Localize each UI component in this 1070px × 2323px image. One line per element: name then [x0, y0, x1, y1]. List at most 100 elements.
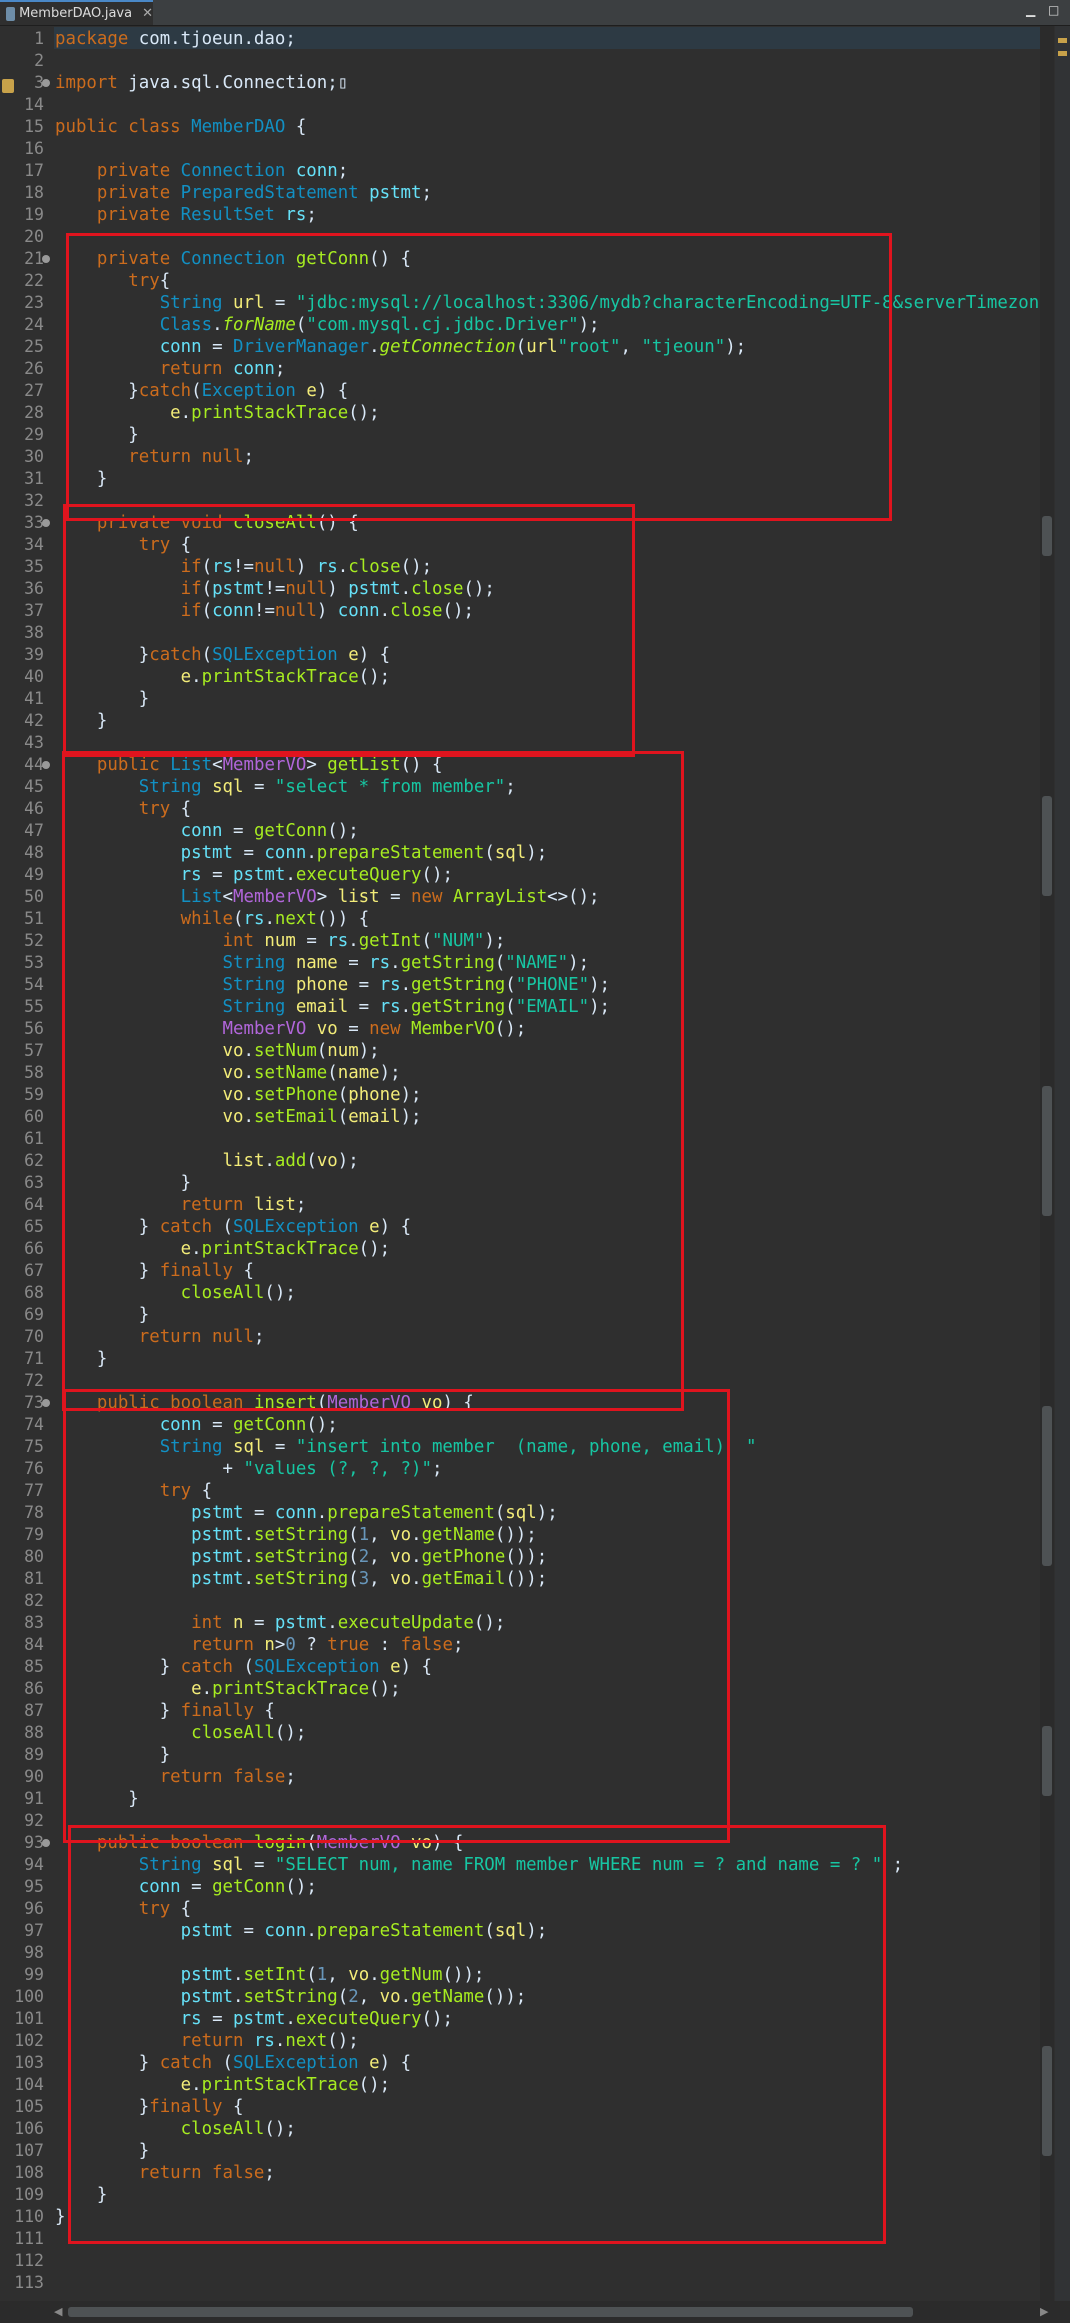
- line-number: 74: [24, 1415, 44, 1434]
- code-token: Connection: [180, 161, 296, 181]
- code-line[interactable]: import java.sql.Connection;▯: [55, 72, 348, 94]
- line-number: 53: [24, 953, 44, 972]
- line-number: 83: [24, 1613, 44, 1632]
- line-number: 84: [24, 1635, 44, 1654]
- highlight-box-login: [68, 1825, 886, 2244]
- code-token: public class: [55, 117, 192, 137]
- ruler-warning-mark[interactable]: [1058, 38, 1067, 43]
- line-number: 30: [24, 447, 44, 466]
- line-number: 104: [14, 2075, 44, 2094]
- line-number: 40: [24, 667, 44, 686]
- code-line[interactable]: }: [55, 2206, 65, 2228]
- ruler-warning-mark[interactable]: [1058, 51, 1067, 56]
- line-number: 42: [24, 711, 44, 730]
- line-number: 111: [14, 2229, 44, 2248]
- vertical-scrollbar[interactable]: [1040, 26, 1054, 2301]
- code-token: MemberDAO: [191, 117, 286, 137]
- line-number: 101: [14, 2009, 44, 2028]
- line-number: 59: [24, 1085, 44, 1104]
- code-token: package: [55, 29, 129, 49]
- line-number: 37: [24, 601, 44, 620]
- code-line[interactable]: private PreparedStatement pstmt;: [55, 182, 432, 204]
- code-line[interactable]: package com.tjoeun.dao;: [55, 28, 296, 50]
- tab-close-icon[interactable]: ✕: [142, 6, 153, 21]
- fold-toggle-icon[interactable]: [42, 255, 50, 263]
- code-line[interactable]: public class MemberDAO {: [55, 116, 306, 138]
- line-number: 88: [24, 1723, 44, 1742]
- line-number: 50: [24, 887, 44, 906]
- horizontal-scrollbar[interactable]: ◀ ▶: [0, 2301, 1070, 2323]
- line-number: 49: [24, 865, 44, 884]
- scroll-right-icon[interactable]: ▶: [1040, 2305, 1048, 2318]
- line-number: 79: [24, 1525, 44, 1544]
- code-token: private: [96, 161, 181, 181]
- line-number: 16: [24, 139, 44, 158]
- scroll-left-icon[interactable]: ◀: [54, 2305, 62, 2318]
- code-editor[interactable]: 1 2 3 14 15 16 17 18 19 20 21 22 23 24 25 26 27 28 29 30 31 3…: [0, 26, 1040, 2301]
- code-line[interactable]: private ResultSet rs;: [55, 204, 317, 226]
- code-token: ▯: [337, 73, 349, 93]
- line-number: 55: [24, 997, 44, 1016]
- code-token: ResultSet: [180, 205, 286, 225]
- code-token: private: [96, 183, 181, 203]
- horizontal-scroll-thumb[interactable]: [68, 2307, 913, 2317]
- line-number: 27: [24, 381, 44, 400]
- line-number: 45: [24, 777, 44, 796]
- line-number: 29: [24, 425, 44, 444]
- line-number: 44: [24, 755, 44, 774]
- line-number: 87: [24, 1701, 44, 1720]
- line-number: 21: [24, 249, 44, 268]
- line-number: 77: [24, 1481, 44, 1500]
- code-token: import: [55, 73, 118, 93]
- highlight-box-closeall: [63, 504, 635, 757]
- fold-toggle-icon[interactable]: [42, 1399, 50, 1407]
- tab-memberdao-java[interactable]: MemberDAO.java ✕: [0, 0, 153, 25]
- line-number: 65: [24, 1217, 44, 1236]
- line-number: 15: [24, 117, 44, 136]
- line-number: 72: [24, 1371, 44, 1390]
- line-number: 47: [24, 821, 44, 840]
- fold-toggle-icon[interactable]: [42, 79, 50, 87]
- line-number: 34: [24, 535, 44, 554]
- line-number-gutter: 1 2 3 14 15 16 17 18 19 20 21 22 23 24 25 26 27 28 29 30 31 3…: [0, 26, 54, 2301]
- line-number: 81: [24, 1569, 44, 1588]
- line-number: 60: [24, 1107, 44, 1126]
- code-line[interactable]: private Connection conn;: [55, 160, 348, 182]
- line-number: 95: [24, 1877, 44, 1896]
- line-number: 25: [24, 337, 44, 356]
- overview-ruler[interactable]: [1055, 26, 1070, 2301]
- code-token: ;: [337, 161, 349, 181]
- scroll-segment: [1042, 796, 1052, 896]
- minimize-icon[interactable]: ▁: [1026, 3, 1035, 17]
- line-number: 92: [24, 1811, 44, 1830]
- line-number: 89: [24, 1745, 44, 1764]
- code-token: java.sql.Connection;: [117, 73, 338, 93]
- maximize-icon[interactable]: □: [1048, 3, 1059, 17]
- fold-toggle-icon[interactable]: [42, 1839, 50, 1847]
- line-number: 28: [24, 403, 44, 422]
- line-number: 67: [24, 1261, 44, 1280]
- line-number: 94: [24, 1855, 44, 1874]
- line-number: 33: [24, 513, 44, 532]
- line-number: 22: [24, 271, 44, 290]
- code-token: {: [285, 117, 307, 137]
- line-number: 54: [24, 975, 44, 994]
- java-file-icon: [6, 6, 16, 21]
- tab-title: MemberDAO.java: [19, 6, 133, 21]
- line-number: 48: [24, 843, 44, 862]
- fold-toggle-icon[interactable]: [42, 761, 50, 769]
- line-number: 108: [14, 2163, 44, 2182]
- code-token: private: [96, 205, 181, 225]
- scroll-segment: [1042, 1726, 1052, 1796]
- scroll-segment: [1042, 1406, 1052, 1566]
- line-number: 20: [24, 227, 44, 246]
- vertical-scroll-thumb[interactable]: [1042, 516, 1052, 556]
- fold-toggle-icon[interactable]: [42, 519, 50, 527]
- warning-annotation-icon: [2, 79, 14, 93]
- line-number: 57: [24, 1041, 44, 1060]
- line-number: 100: [14, 1987, 44, 2006]
- code-token: rs: [285, 205, 307, 225]
